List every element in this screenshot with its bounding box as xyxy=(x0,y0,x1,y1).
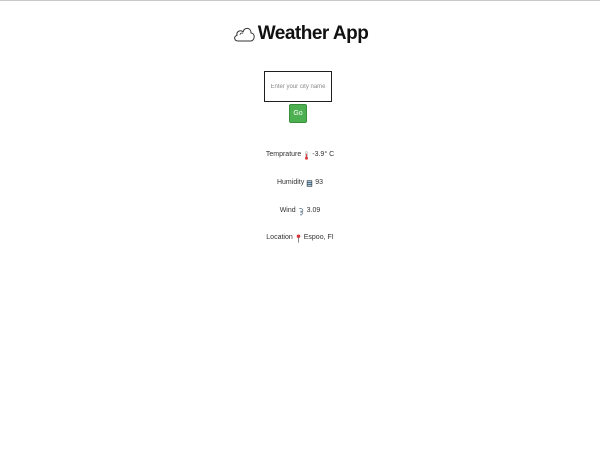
wind-label: Wind xyxy=(279,207,296,214)
pin-icon xyxy=(296,233,301,243)
location-row: Location Espoo, FI xyxy=(0,233,600,243)
cloud-icon xyxy=(233,27,255,42)
wind-icon xyxy=(298,207,303,215)
go-button[interactable]: Go xyxy=(289,104,307,123)
temperature-row: Temprature -3.9° C xyxy=(0,150,600,160)
wind-row: Wind 3.09 xyxy=(0,206,600,216)
humidity-label: Humidity xyxy=(276,179,305,186)
wind-value: 3.09 xyxy=(306,207,321,214)
weather-app: Weather App Go Temprature -3.9° C Humidi… xyxy=(0,0,600,450)
app-header: Weather App xyxy=(0,21,600,47)
location-label: Location xyxy=(266,234,293,241)
page-title: Weather App xyxy=(257,23,369,44)
humidity-value: 93 xyxy=(315,179,324,186)
temperature-value: -3.9° C xyxy=(312,151,335,158)
humidity-icon xyxy=(307,179,313,187)
temperature-label: Temprature xyxy=(265,151,302,158)
humidity-row: Humidity 93 xyxy=(0,178,600,188)
city-search-input[interactable] xyxy=(264,71,332,102)
location-value: Espoo, FI xyxy=(303,234,334,241)
thermometer-icon xyxy=(305,150,309,160)
